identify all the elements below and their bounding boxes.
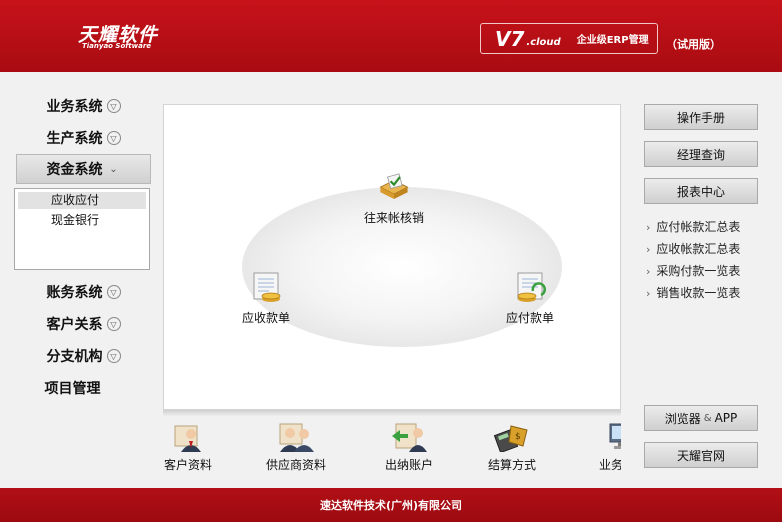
- quick-business-set[interactable]: 业务套: [587, 422, 621, 473]
- flow-node-reconcile[interactable]: 往来帐核销: [364, 171, 424, 226]
- flow-node-payable[interactable]: 应付款单: [506, 271, 554, 326]
- flow-panel: 往来帐核销 应收款单 应付款单: [163, 104, 621, 410]
- product-name: 企业级ERP管理: [576, 35, 649, 46]
- chevron-down-icon: ▽: [106, 131, 121, 145]
- logo-subtitle: Tianyao Software: [82, 42, 152, 50]
- funds-submenu: 应收应付 现金银行: [14, 188, 150, 270]
- panel-shelf: [163, 410, 621, 416]
- report-link-receivable-summary[interactable]: › 应收帐款汇总表: [646, 240, 740, 257]
- quick-supplier-info[interactable]: 供应商资料: [263, 422, 329, 473]
- chevron-down-icon: ▽: [106, 285, 121, 299]
- report-link-sales-receipt[interactable]: › 销售收款一览表: [646, 284, 740, 301]
- nav-item-label: 账务系统: [46, 285, 103, 301]
- nav-item-label: 业务系统: [46, 99, 103, 115]
- manual-button-label: 操作手册: [676, 110, 725, 125]
- chevron-down-icon: ⌄: [109, 163, 118, 175]
- quick-label: 业务套: [598, 458, 621, 472]
- report-link-purchase-payment[interactable]: › 采购付款一览表: [646, 262, 740, 279]
- nav-item-label: 生产系统: [46, 131, 103, 147]
- nav-item-label: 项目管理: [44, 381, 101, 397]
- payable-bill-icon: [517, 272, 546, 302]
- nav-item-production[interactable]: 生产系统 ▽: [16, 123, 151, 153]
- ledger-book-icon: [379, 173, 409, 200]
- version-suffix: .cloud: [526, 37, 561, 48]
- nav-item-label: 分支机构: [46, 349, 103, 365]
- quick-label: 出纳账户: [384, 458, 433, 472]
- manager-query-label: 经理查询: [676, 147, 725, 162]
- browser-label: 浏览器: [664, 411, 701, 426]
- version-banner: V7 .cloud 企业级ERP管理: [480, 23, 658, 54]
- nav-item-funds[interactable]: 资金系统 ⌄: [16, 154, 151, 184]
- submenu-item-cash-bank[interactable]: 现金银行: [18, 212, 146, 229]
- ampersand: &: [703, 412, 712, 424]
- monitor-icon: [609, 423, 621, 449]
- flow-node-label: 往来帐核销: [364, 211, 425, 225]
- nav-item-branches[interactable]: 分支机构 ▽: [16, 341, 151, 371]
- flow-node-label: 应收款单: [242, 311, 291, 325]
- quick-label: 结算方式: [487, 458, 536, 472]
- nav-item-crm[interactable]: 客户关系 ▽: [16, 309, 151, 339]
- app-header: 天耀软件 Tianyao Software V7 .cloud 企业级ERP管理…: [0, 0, 782, 72]
- chevron-right-icon: ›: [646, 221, 651, 234]
- report-link-label: 采购付款一览表: [656, 264, 741, 278]
- report-center-button[interactable]: 报表中心: [644, 178, 758, 204]
- manager-query-button[interactable]: 经理查询: [644, 141, 758, 167]
- svg-text:$: $: [515, 432, 521, 442]
- customer-icon: [174, 425, 201, 452]
- quick-label: 客户资料: [163, 458, 212, 472]
- report-link-label: 应收帐款汇总表: [656, 242, 741, 256]
- quick-label: 供应商资料: [265, 458, 326, 472]
- supplier-icon: [279, 423, 314, 452]
- app-label: APP: [714, 411, 738, 425]
- version-number: V7: [495, 26, 525, 51]
- cashier-icon: [392, 423, 427, 452]
- nav-item-label: 资金系统: [46, 162, 103, 178]
- official-site-button[interactable]: 天耀官网: [644, 442, 758, 468]
- quick-cashier-account[interactable]: 出纳账户: [379, 422, 439, 473]
- chevron-right-icon: ›: [646, 287, 651, 300]
- submenu-item-receivable-payable[interactable]: 应收应付: [18, 192, 146, 209]
- report-link-label: 销售收款一览表: [656, 286, 741, 300]
- chevron-down-icon: ▽: [106, 317, 121, 331]
- nav-item-projects[interactable]: 项目管理: [16, 373, 151, 403]
- chevron-down-icon: ▽: [106, 99, 121, 113]
- nav-item-accounting[interactable]: 账务系统 ▽: [16, 277, 151, 307]
- calculator-money-icon: $: [493, 425, 528, 452]
- chevron-down-icon: ▽: [106, 349, 121, 363]
- flow-node-label: 应付款单: [506, 311, 555, 325]
- company-name: 速达软件技术(广州)有限公司: [319, 499, 463, 512]
- chevron-right-icon: ›: [646, 265, 651, 278]
- quick-customer-info[interactable]: 客户资料: [163, 422, 213, 473]
- quick-access-bar: 客户资料 供应商资料 出纳账户 $ 结算方式 业务: [163, 418, 621, 484]
- manual-button[interactable]: 操作手册: [644, 104, 758, 130]
- nav-item-business[interactable]: 业务系统 ▽: [16, 91, 151, 121]
- report-center-label: 报表中心: [676, 184, 725, 199]
- receivable-bill-icon: [253, 272, 281, 302]
- app-footer: 速达软件技术(广州)有限公司: [0, 488, 782, 522]
- quick-settlement-method[interactable]: $ 结算方式: [485, 422, 539, 473]
- report-link-payable-summary[interactable]: › 应付帐款汇总表: [646, 218, 740, 235]
- edition-label: （试用版）: [666, 38, 721, 51]
- report-link-label: 应付帐款汇总表: [656, 220, 741, 234]
- nav-item-label: 客户关系: [46, 317, 103, 333]
- official-site-label: 天耀官网: [676, 448, 725, 463]
- flow-node-receivable[interactable]: 应收款单: [242, 271, 290, 326]
- chevron-right-icon: ›: [646, 243, 651, 256]
- browser-app-button[interactable]: 浏览器 & APP: [644, 405, 758, 431]
